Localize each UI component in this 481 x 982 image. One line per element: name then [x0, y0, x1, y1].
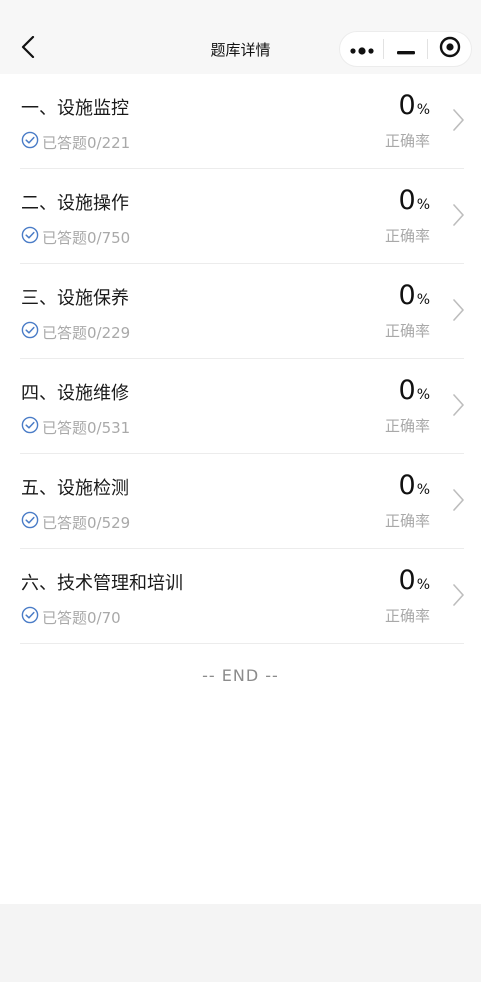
accuracy-unit: % [416, 102, 430, 118]
category-row[interactable]: 六、技术管理和培训 已答题0/70 0% 正确率 [20, 549, 464, 644]
chevron-right-icon [453, 204, 464, 230]
check-circle-icon [21, 226, 42, 249]
nav-bar: 题库详情 [0, 0, 481, 74]
category-row[interactable]: 二、设施操作 已答题0/750 0% 正确率 [20, 169, 464, 264]
answered-count: 已答题0/750 [21, 226, 130, 249]
check-circle-icon [21, 321, 42, 344]
answered-count: 已答题0/529 [21, 511, 130, 534]
accuracy-value: 0% [399, 89, 431, 127]
accuracy-label: 正确率 [384, 607, 430, 625]
accuracy-value: 0% [399, 184, 431, 222]
accuracy-label: 正确率 [384, 132, 430, 150]
category-title: 一、设施监控 [21, 98, 129, 119]
accuracy-number: 0 [398, 375, 416, 406]
chevron-right-icon [453, 584, 464, 610]
answered-text: 已答题0/750 [42, 228, 131, 247]
accuracy-value: 0% [399, 374, 431, 412]
answered-count: 已答题0/221 [21, 131, 130, 154]
chevron-right-icon [453, 299, 464, 325]
accuracy-unit: % [416, 387, 430, 403]
accuracy-value: 0% [399, 469, 431, 507]
answered-count: 已答题0/229 [21, 321, 130, 344]
accuracy-label: 正确率 [384, 417, 430, 435]
category-list: 一、设施监控 已答题0/221 0% 正确率 二、设施操作 已答题0/750 0… [0, 74, 481, 644]
answered-text: 已答题0/531 [42, 418, 131, 437]
category-title: 五、设施检测 [21, 478, 129, 499]
answered-count: 已答题0/70 [21, 606, 121, 629]
mini-program-capsule [339, 31, 472, 67]
check-circle-icon [21, 511, 42, 534]
accuracy-label: 正确率 [384, 227, 430, 245]
accuracy-unit: % [416, 577, 430, 593]
category-row[interactable]: 四、设施维修 已答题0/531 0% 正确率 [20, 359, 464, 454]
answered-text: 已答题0/529 [42, 513, 131, 532]
chevron-right-icon [453, 109, 464, 135]
accuracy-label: 正确率 [384, 322, 430, 340]
accuracy-number: 0 [398, 90, 416, 121]
accuracy-number: 0 [398, 280, 416, 311]
category-title: 二、设施操作 [21, 193, 129, 214]
check-circle-icon [21, 606, 42, 629]
accuracy-label: 正确率 [384, 512, 430, 530]
accuracy-number: 0 [398, 470, 416, 501]
category-title: 六、技术管理和培训 [21, 573, 183, 594]
answered-text: 已答题0/70 [42, 608, 121, 627]
main-content: 一、设施监控 已答题0/221 0% 正确率 二、设施操作 已答题0/750 0… [0, 74, 481, 904]
category-title: 四、设施维修 [21, 383, 129, 404]
bottom-area [0, 904, 481, 982]
minimize-button[interactable] [384, 32, 427, 66]
more-dots-icon [349, 40, 375, 59]
accuracy-value: 0% [399, 564, 431, 602]
answered-text: 已答题0/229 [42, 323, 131, 342]
accuracy-unit: % [416, 197, 430, 213]
end-marker: -- END -- [202, 666, 279, 685]
answered-count: 已答题0/531 [21, 416, 130, 439]
close-target-icon [439, 36, 461, 62]
category-row[interactable]: 一、设施监控 已答题0/221 0% 正确率 [20, 74, 464, 169]
accuracy-number: 0 [398, 185, 416, 216]
chevron-right-icon [453, 394, 464, 420]
minimize-icon [396, 40, 415, 59]
category-title: 三、设施保养 [21, 288, 129, 309]
accuracy-number: 0 [398, 565, 416, 596]
check-circle-icon [21, 416, 42, 439]
more-button[interactable] [340, 32, 383, 66]
answered-text: 已答题0/221 [42, 133, 131, 152]
check-circle-icon [21, 131, 42, 154]
category-row[interactable]: 五、设施检测 已答题0/529 0% 正确率 [20, 454, 464, 549]
chevron-right-icon [453, 489, 464, 515]
accuracy-unit: % [416, 292, 430, 308]
accuracy-value: 0% [399, 279, 431, 317]
accuracy-unit: % [416, 482, 430, 498]
category-row[interactable]: 三、设施保养 已答题0/229 0% 正确率 [20, 264, 464, 359]
close-button[interactable] [428, 32, 471, 66]
